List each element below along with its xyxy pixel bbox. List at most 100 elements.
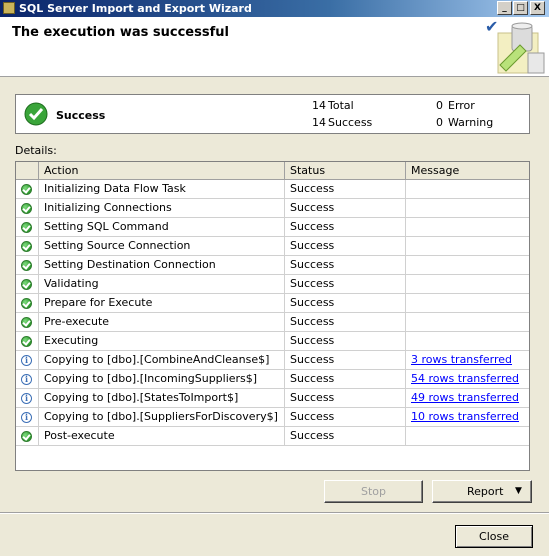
success-check-icon: [24, 102, 48, 126]
message-cell: [406, 294, 529, 313]
report-button-label: Report: [467, 485, 504, 498]
action-cell: Pre-execute: [39, 313, 285, 332]
info-icon: i: [21, 355, 32, 366]
summary-status: Success: [56, 109, 106, 122]
action-cell: Initializing Connections: [39, 199, 285, 218]
table-row[interactable]: Setting Source Connection Success: [16, 237, 529, 256]
column-header-status[interactable]: Status: [285, 162, 406, 180]
error-count: 0: [436, 99, 443, 112]
action-cell: Validating: [39, 275, 285, 294]
row-icon-cell: [16, 180, 39, 199]
action-cell: Executing: [39, 332, 285, 351]
success-icon: [21, 260, 32, 271]
status-cell: Success: [285, 351, 406, 370]
table-row[interactable]: Prepare for Execute Success: [16, 294, 529, 313]
status-cell: Success: [285, 408, 406, 427]
column-header-action[interactable]: Action: [39, 162, 285, 180]
message-link[interactable]: 49 rows transferred: [411, 391, 519, 404]
stop-button[interactable]: Stop: [324, 480, 423, 503]
table-row[interactable]: i Copying to [dbo].[CombineAndCleanse$] Su…: [16, 351, 529, 370]
status-cell: Success: [285, 370, 406, 389]
maximize-button[interactable]: □: [513, 1, 528, 15]
row-icon-cell: i: [16, 389, 39, 408]
action-cell: Copying to [dbo].[SuppliersForDiscovery$…: [39, 408, 285, 427]
footer-divider: [0, 512, 549, 514]
table-row[interactable]: Post-execute Success: [16, 427, 529, 446]
row-icon-cell: [16, 332, 39, 351]
message-cell[interactable]: 10 rows transferred: [406, 408, 529, 427]
row-icon-cell: [16, 275, 39, 294]
message-cell[interactable]: 49 rows transferred: [406, 389, 529, 408]
error-label: Error: [448, 99, 475, 112]
success-label: Success: [328, 116, 373, 129]
table-row[interactable]: i Copying to [dbo].[StatesToImport$] Succe…: [16, 389, 529, 408]
action-cell: Setting Source Connection: [39, 237, 285, 256]
table-row[interactable]: Setting Destination Connection Success: [16, 256, 529, 275]
success-icon: [21, 431, 32, 442]
info-icon: i: [21, 412, 32, 423]
message-link[interactable]: 3 rows transferred: [411, 353, 512, 366]
success-icon: [21, 241, 32, 252]
message-cell: [406, 332, 529, 351]
minimize-button[interactable]: _: [497, 1, 512, 15]
message-cell: [406, 218, 529, 237]
close-window-button[interactable]: X: [530, 1, 545, 15]
success-icon: [21, 298, 32, 309]
table-row[interactable]: i Copying to [dbo].[SuppliersForDiscovery…: [16, 408, 529, 427]
row-icon-cell: [16, 294, 39, 313]
status-cell: Success: [285, 256, 406, 275]
action-cell: Post-execute: [39, 427, 285, 446]
table-row[interactable]: Initializing Connections Success: [16, 199, 529, 218]
details-table[interactable]: Action Status Message Initializing Data …: [15, 161, 530, 471]
title-bar[interactable]: SQL Server Import and Export Wizard _ □ …: [0, 0, 549, 17]
summary-panel: Success 14 Total 14 Success 0 Error 0 Wa…: [15, 94, 530, 134]
info-icon: i: [21, 374, 32, 385]
action-cell: Copying to [dbo].[StatesToImport$]: [39, 389, 285, 408]
column-header-message[interactable]: Message: [406, 162, 529, 180]
table-row[interactable]: Setting SQL Command Success: [16, 218, 529, 237]
message-cell: [406, 256, 529, 275]
row-icon-cell: i: [16, 351, 39, 370]
message-cell: [406, 313, 529, 332]
action-cell: Initializing Data Flow Task: [39, 180, 285, 199]
status-cell: Success: [285, 218, 406, 237]
info-icon: i: [21, 393, 32, 404]
table-row[interactable]: Initializing Data Flow Task Success: [16, 180, 529, 199]
success-icon: [21, 222, 32, 233]
status-cell: Success: [285, 237, 406, 256]
close-button[interactable]: Close: [455, 525, 533, 548]
message-link[interactable]: 10 rows transferred: [411, 410, 519, 423]
action-cell: Setting Destination Connection: [39, 256, 285, 275]
page-title: The execution was successful: [12, 25, 229, 40]
action-cell: Copying to [dbo].[CombineAndCleanse$]: [39, 351, 285, 370]
status-cell: Success: [285, 294, 406, 313]
details-label: Details:: [15, 144, 57, 157]
message-cell[interactable]: 54 rows transferred: [406, 370, 529, 389]
icon-column-header[interactable]: [16, 162, 39, 180]
table-row[interactable]: Validating Success: [16, 275, 529, 294]
message-cell: [406, 237, 529, 256]
message-cell: [406, 180, 529, 199]
app-icon: [3, 2, 15, 14]
wizard-graphic-icon: [497, 22, 545, 74]
total-label: Total: [328, 99, 354, 112]
window-title: SQL Server Import and Export Wizard: [19, 2, 252, 15]
row-icon-cell: [16, 199, 39, 218]
status-cell: Success: [285, 180, 406, 199]
message-cell: [406, 275, 529, 294]
message-cell: [406, 199, 529, 218]
action-cell: Copying to [dbo].[IncomingSuppliers$]: [39, 370, 285, 389]
message-cell[interactable]: 3 rows transferred: [406, 351, 529, 370]
success-icon: [21, 184, 32, 195]
total-count: 14: [312, 99, 326, 112]
message-cell: [406, 427, 529, 446]
table-row[interactable]: Executing Success: [16, 332, 529, 351]
table-row[interactable]: i Copying to [dbo].[IncomingSuppliers$] Su…: [16, 370, 529, 389]
status-cell: Success: [285, 332, 406, 351]
status-cell: Success: [285, 389, 406, 408]
table-row[interactable]: Pre-execute Success: [16, 313, 529, 332]
row-icon-cell: [16, 218, 39, 237]
row-icon-cell: [16, 313, 39, 332]
message-link[interactable]: 54 rows transferred: [411, 372, 519, 385]
report-button[interactable]: Report ▼: [432, 480, 532, 503]
